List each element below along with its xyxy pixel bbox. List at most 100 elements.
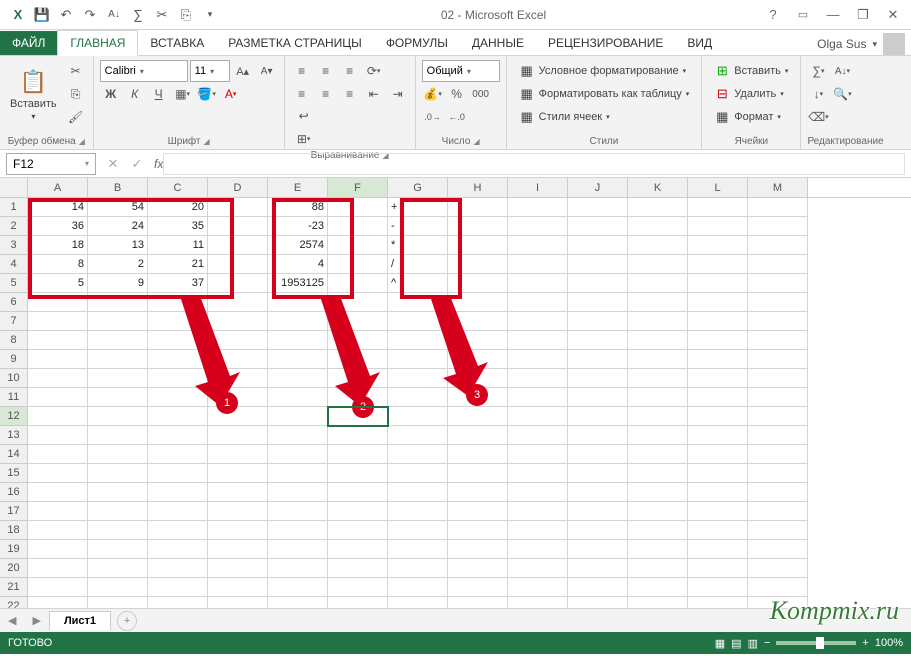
row-header-10[interactable]: 10 bbox=[0, 369, 28, 388]
wrap-text-icon[interactable]: ↩ bbox=[291, 105, 317, 127]
fill-icon[interactable]: ↓▾ bbox=[807, 83, 829, 105]
cell-M16[interactable] bbox=[748, 483, 808, 502]
cell-I6[interactable] bbox=[508, 293, 568, 312]
cell-K14[interactable] bbox=[628, 445, 688, 464]
cell-I1[interactable] bbox=[508, 198, 568, 217]
cell-C16[interactable] bbox=[148, 483, 208, 502]
cell-C20[interactable] bbox=[148, 559, 208, 578]
cell-E14[interactable] bbox=[268, 445, 328, 464]
cell-K6[interactable] bbox=[628, 293, 688, 312]
cell-I13[interactable] bbox=[508, 426, 568, 445]
cell-K12[interactable] bbox=[628, 407, 688, 426]
name-box[interactable]: F12▾ bbox=[6, 153, 96, 175]
cell-I15[interactable] bbox=[508, 464, 568, 483]
cell-H13[interactable] bbox=[448, 426, 508, 445]
column-header-E[interactable]: E bbox=[268, 178, 328, 197]
cell-C18[interactable] bbox=[148, 521, 208, 540]
align-bottom-icon[interactable]: ≡ bbox=[339, 60, 361, 82]
cell-L20[interactable] bbox=[688, 559, 748, 578]
cell-J12[interactable] bbox=[568, 407, 628, 426]
cell-H16[interactable] bbox=[448, 483, 508, 502]
font-size-combo[interactable]: 11▾ bbox=[190, 60, 230, 82]
cell-L4[interactable] bbox=[688, 255, 748, 274]
cell-L11[interactable] bbox=[688, 388, 748, 407]
cancel-formula-icon[interactable]: ✕ bbox=[102, 153, 124, 175]
cell-K4[interactable] bbox=[628, 255, 688, 274]
cell-J9[interactable] bbox=[568, 350, 628, 369]
column-header-A[interactable]: A bbox=[28, 178, 88, 197]
font-launcher[interactable]: ◢ bbox=[204, 137, 210, 146]
tab-view[interactable]: ВИД bbox=[675, 31, 724, 55]
cell-A12[interactable] bbox=[28, 407, 88, 426]
cell-F19[interactable] bbox=[328, 540, 388, 559]
cell-I5[interactable] bbox=[508, 274, 568, 293]
cell-L9[interactable] bbox=[688, 350, 748, 369]
format-cells-button[interactable]: ▦Формат▾ bbox=[708, 106, 794, 128]
cell-J14[interactable] bbox=[568, 445, 628, 464]
row-header-15[interactable]: 15 bbox=[0, 464, 28, 483]
cell-D18[interactable] bbox=[208, 521, 268, 540]
cell-J6[interactable] bbox=[568, 293, 628, 312]
cell-E17[interactable] bbox=[268, 502, 328, 521]
conditional-formatting-button[interactable]: ▦Условное форматирование▾ bbox=[513, 60, 696, 82]
add-sheet-button[interactable]: + bbox=[117, 611, 137, 631]
cell-F13[interactable] bbox=[328, 426, 388, 445]
increase-decimal-icon[interactable]: .0→ bbox=[422, 106, 444, 128]
cell-M11[interactable] bbox=[748, 388, 808, 407]
sort-filter-icon[interactable]: A↓▾ bbox=[831, 60, 853, 82]
increase-indent-icon[interactable]: ⇥ bbox=[387, 83, 409, 105]
excel-icon[interactable]: X bbox=[8, 5, 28, 25]
cell-B10[interactable] bbox=[88, 369, 148, 388]
cell-A16[interactable] bbox=[28, 483, 88, 502]
cell-C12[interactable] bbox=[148, 407, 208, 426]
cell-B21[interactable] bbox=[88, 578, 148, 597]
italic-button[interactable]: К bbox=[124, 83, 146, 105]
cell-A11[interactable] bbox=[28, 388, 88, 407]
cell-styles-button[interactable]: ▦Стили ячеек▾ bbox=[513, 106, 696, 128]
cell-F20[interactable] bbox=[328, 559, 388, 578]
cell-H20[interactable] bbox=[448, 559, 508, 578]
tab-home[interactable]: ГЛАВНАЯ bbox=[57, 30, 138, 56]
cell-I19[interactable] bbox=[508, 540, 568, 559]
cell-F21[interactable] bbox=[328, 578, 388, 597]
cell-K13[interactable] bbox=[628, 426, 688, 445]
cell-D15[interactable] bbox=[208, 464, 268, 483]
cell-I21[interactable] bbox=[508, 578, 568, 597]
cell-C13[interactable] bbox=[148, 426, 208, 445]
cell-K5[interactable] bbox=[628, 274, 688, 293]
tab-insert[interactable]: ВСТАВКА bbox=[138, 31, 216, 55]
cell-K11[interactable] bbox=[628, 388, 688, 407]
cell-K2[interactable] bbox=[628, 217, 688, 236]
cell-L15[interactable] bbox=[688, 464, 748, 483]
cell-A20[interactable] bbox=[28, 559, 88, 578]
view-normal-icon[interactable]: ▦ bbox=[715, 637, 725, 650]
thousands-icon[interactable]: 000 bbox=[470, 83, 492, 105]
cell-I9[interactable] bbox=[508, 350, 568, 369]
row-header-21[interactable]: 21 bbox=[0, 578, 28, 597]
cell-E12[interactable] bbox=[268, 407, 328, 426]
save-icon[interactable]: 💾 bbox=[32, 5, 52, 25]
cell-K8[interactable] bbox=[628, 331, 688, 350]
redo-icon[interactable]: ↷ bbox=[80, 5, 100, 25]
view-page-layout-icon[interactable]: ▤ bbox=[731, 637, 741, 650]
column-header-F[interactable]: F bbox=[328, 178, 388, 197]
row-header-6[interactable]: 6 bbox=[0, 293, 28, 312]
row-header-4[interactable]: 4 bbox=[0, 255, 28, 274]
cell-L10[interactable] bbox=[688, 369, 748, 388]
merge-cells-icon[interactable]: ⊞▾ bbox=[291, 128, 317, 150]
cell-F17[interactable] bbox=[328, 502, 388, 521]
decrease-font-icon[interactable]: A▾ bbox=[256, 60, 278, 82]
cell-B20[interactable] bbox=[88, 559, 148, 578]
cell-L7[interactable] bbox=[688, 312, 748, 331]
percent-icon[interactable]: % bbox=[446, 83, 468, 105]
cell-E18[interactable] bbox=[268, 521, 328, 540]
cell-L5[interactable] bbox=[688, 274, 748, 293]
help-icon[interactable]: ? bbox=[759, 4, 787, 26]
increase-font-icon[interactable]: A▴ bbox=[232, 60, 254, 82]
underline-button[interactable]: Ч bbox=[148, 83, 170, 105]
cell-A15[interactable] bbox=[28, 464, 88, 483]
cut-icon[interactable]: ✂ bbox=[152, 5, 172, 25]
cell-D20[interactable] bbox=[208, 559, 268, 578]
sort-icon[interactable]: A↓ bbox=[104, 5, 124, 25]
cell-M8[interactable] bbox=[748, 331, 808, 350]
